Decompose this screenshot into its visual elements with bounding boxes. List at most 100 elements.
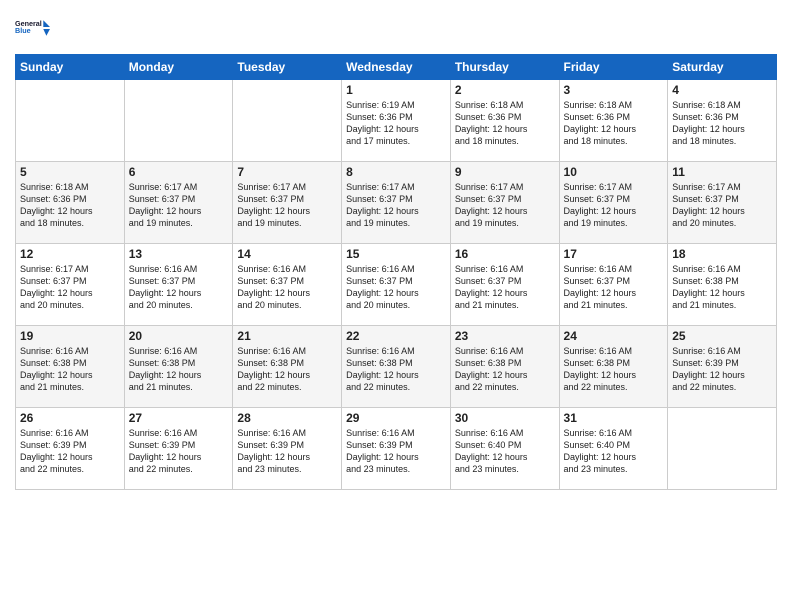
calendar-cell: 21 Sunrise: 6:16 AM Sunset: 6:38 PM Dayli… (233, 326, 342, 408)
day-info: Sunrise: 6:17 AM Sunset: 6:37 PM Dayligh… (672, 181, 772, 230)
calendar-cell: 1 Sunrise: 6:19 AM Sunset: 6:36 PM Daylig… (342, 80, 451, 162)
day-number: 13 (129, 247, 229, 261)
day-number: 29 (346, 411, 446, 425)
day-number: 4 (672, 83, 772, 97)
calendar-cell: 13 Sunrise: 6:16 AM Sunset: 6:37 PM Dayli… (124, 244, 233, 326)
day-info: Sunrise: 6:16 AM Sunset: 6:37 PM Dayligh… (237, 263, 337, 312)
day-info: Sunrise: 6:17 AM Sunset: 6:37 PM Dayligh… (20, 263, 120, 312)
calendar-cell: 18 Sunrise: 6:16 AM Sunset: 6:38 PM Dayli… (668, 244, 777, 326)
day-info: Sunrise: 6:16 AM Sunset: 6:37 PM Dayligh… (455, 263, 555, 312)
day-info: Sunrise: 6:17 AM Sunset: 6:37 PM Dayligh… (564, 181, 664, 230)
day-number: 19 (20, 329, 120, 343)
calendar-week-4: 19 Sunrise: 6:16 AM Sunset: 6:38 PM Dayli… (16, 326, 777, 408)
calendar-cell: 17 Sunrise: 6:16 AM Sunset: 6:37 PM Dayli… (559, 244, 668, 326)
calendar-header-row: SundayMondayTuesdayWednesdayThursdayFrid… (16, 55, 777, 80)
day-number: 16 (455, 247, 555, 261)
day-info: Sunrise: 6:16 AM Sunset: 6:38 PM Dayligh… (455, 345, 555, 394)
calendar-cell: 29 Sunrise: 6:16 AM Sunset: 6:39 PM Dayli… (342, 408, 451, 490)
day-number: 21 (237, 329, 337, 343)
calendar-cell (668, 408, 777, 490)
day-number: 1 (346, 83, 446, 97)
day-number: 8 (346, 165, 446, 179)
calendar-cell: 25 Sunrise: 6:16 AM Sunset: 6:39 PM Dayli… (668, 326, 777, 408)
day-header-saturday: Saturday (668, 55, 777, 80)
calendar-cell: 16 Sunrise: 6:16 AM Sunset: 6:37 PM Dayli… (450, 244, 559, 326)
day-info: Sunrise: 6:18 AM Sunset: 6:36 PM Dayligh… (564, 99, 664, 148)
day-number: 2 (455, 83, 555, 97)
header: GeneralBlue (15, 10, 777, 46)
day-number: 28 (237, 411, 337, 425)
day-info: Sunrise: 6:16 AM Sunset: 6:40 PM Dayligh… (564, 427, 664, 476)
day-number: 30 (455, 411, 555, 425)
calendar-cell (16, 80, 125, 162)
day-info: Sunrise: 6:16 AM Sunset: 6:39 PM Dayligh… (346, 427, 446, 476)
day-number: 18 (672, 247, 772, 261)
day-info: Sunrise: 6:16 AM Sunset: 6:37 PM Dayligh… (129, 263, 229, 312)
day-info: Sunrise: 6:16 AM Sunset: 6:38 PM Dayligh… (564, 345, 664, 394)
calendar-cell (124, 80, 233, 162)
calendar-cell: 7 Sunrise: 6:17 AM Sunset: 6:37 PM Daylig… (233, 162, 342, 244)
day-info: Sunrise: 6:18 AM Sunset: 6:36 PM Dayligh… (672, 99, 772, 148)
day-info: Sunrise: 6:16 AM Sunset: 6:39 PM Dayligh… (672, 345, 772, 394)
day-header-sunday: Sunday (16, 55, 125, 80)
day-info: Sunrise: 6:16 AM Sunset: 6:39 PM Dayligh… (129, 427, 229, 476)
calendar-cell: 23 Sunrise: 6:16 AM Sunset: 6:38 PM Dayli… (450, 326, 559, 408)
day-number: 17 (564, 247, 664, 261)
svg-text:Blue: Blue (15, 26, 31, 35)
day-number: 3 (564, 83, 664, 97)
day-info: Sunrise: 6:17 AM Sunset: 6:37 PM Dayligh… (237, 181, 337, 230)
logo-icon: GeneralBlue (15, 10, 51, 46)
day-number: 6 (129, 165, 229, 179)
calendar-cell: 27 Sunrise: 6:16 AM Sunset: 6:39 PM Dayli… (124, 408, 233, 490)
day-number: 27 (129, 411, 229, 425)
day-header-friday: Friday (559, 55, 668, 80)
day-header-wednesday: Wednesday (342, 55, 451, 80)
day-number: 25 (672, 329, 772, 343)
day-info: Sunrise: 6:17 AM Sunset: 6:37 PM Dayligh… (455, 181, 555, 230)
day-info: Sunrise: 6:17 AM Sunset: 6:37 PM Dayligh… (346, 181, 446, 230)
page: GeneralBlue SundayMondayTuesdayWednesday… (0, 0, 792, 612)
calendar-cell: 26 Sunrise: 6:16 AM Sunset: 6:39 PM Dayli… (16, 408, 125, 490)
day-number: 20 (129, 329, 229, 343)
day-number: 10 (564, 165, 664, 179)
day-info: Sunrise: 6:18 AM Sunset: 6:36 PM Dayligh… (455, 99, 555, 148)
calendar-cell: 14 Sunrise: 6:16 AM Sunset: 6:37 PM Dayli… (233, 244, 342, 326)
calendar-cell: 4 Sunrise: 6:18 AM Sunset: 6:36 PM Daylig… (668, 80, 777, 162)
day-number: 12 (20, 247, 120, 261)
calendar-week-3: 12 Sunrise: 6:17 AM Sunset: 6:37 PM Dayli… (16, 244, 777, 326)
day-info: Sunrise: 6:16 AM Sunset: 6:38 PM Dayligh… (20, 345, 120, 394)
day-number: 9 (455, 165, 555, 179)
day-header-monday: Monday (124, 55, 233, 80)
calendar-cell: 28 Sunrise: 6:16 AM Sunset: 6:39 PM Dayli… (233, 408, 342, 490)
day-info: Sunrise: 6:16 AM Sunset: 6:39 PM Dayligh… (237, 427, 337, 476)
calendar-cell (233, 80, 342, 162)
day-info: Sunrise: 6:16 AM Sunset: 6:38 PM Dayligh… (672, 263, 772, 312)
day-info: Sunrise: 6:16 AM Sunset: 6:38 PM Dayligh… (237, 345, 337, 394)
day-number: 22 (346, 329, 446, 343)
calendar-cell: 11Sunrise: 6:17 AM Sunset: 6:37 PM Dayli… (668, 162, 777, 244)
calendar-cell: 31Sunrise: 6:16 AM Sunset: 6:40 PM Dayli… (559, 408, 668, 490)
day-number: 15 (346, 247, 446, 261)
calendar-week-5: 26 Sunrise: 6:16 AM Sunset: 6:39 PM Dayli… (16, 408, 777, 490)
day-info: Sunrise: 6:16 AM Sunset: 6:39 PM Dayligh… (20, 427, 120, 476)
day-info: Sunrise: 6:16 AM Sunset: 6:37 PM Dayligh… (346, 263, 446, 312)
day-number: 7 (237, 165, 337, 179)
day-number: 26 (20, 411, 120, 425)
calendar-cell: 8 Sunrise: 6:17 AM Sunset: 6:37 PM Daylig… (342, 162, 451, 244)
day-number: 14 (237, 247, 337, 261)
day-info: Sunrise: 6:16 AM Sunset: 6:37 PM Dayligh… (564, 263, 664, 312)
calendar-cell: 22Sunrise: 6:16 AM Sunset: 6:38 PM Dayli… (342, 326, 451, 408)
calendar-table: SundayMondayTuesdayWednesdayThursdayFrid… (15, 54, 777, 490)
calendar-cell: 6 Sunrise: 6:17 AM Sunset: 6:37 PM Daylig… (124, 162, 233, 244)
calendar-cell: 15 Sunrise: 6:16 AM Sunset: 6:37 PM Dayli… (342, 244, 451, 326)
calendar-cell: 30Sunrise: 6:16 AM Sunset: 6:40 PM Dayli… (450, 408, 559, 490)
calendar-cell: 24Sunrise: 6:16 AM Sunset: 6:38 PM Dayli… (559, 326, 668, 408)
day-info: Sunrise: 6:19 AM Sunset: 6:36 PM Dayligh… (346, 99, 446, 148)
day-number: 23 (455, 329, 555, 343)
calendar-cell: 9 Sunrise: 6:17 AM Sunset: 6:37 PM Daylig… (450, 162, 559, 244)
logo: GeneralBlue (15, 10, 51, 46)
day-header-tuesday: Tuesday (233, 55, 342, 80)
calendar-cell: 2 Sunrise: 6:18 AM Sunset: 6:36 PM Daylig… (450, 80, 559, 162)
calendar-cell: 10 Sunrise: 6:17 AM Sunset: 6:37 PM Dayli… (559, 162, 668, 244)
day-info: Sunrise: 6:17 AM Sunset: 6:37 PM Dayligh… (129, 181, 229, 230)
